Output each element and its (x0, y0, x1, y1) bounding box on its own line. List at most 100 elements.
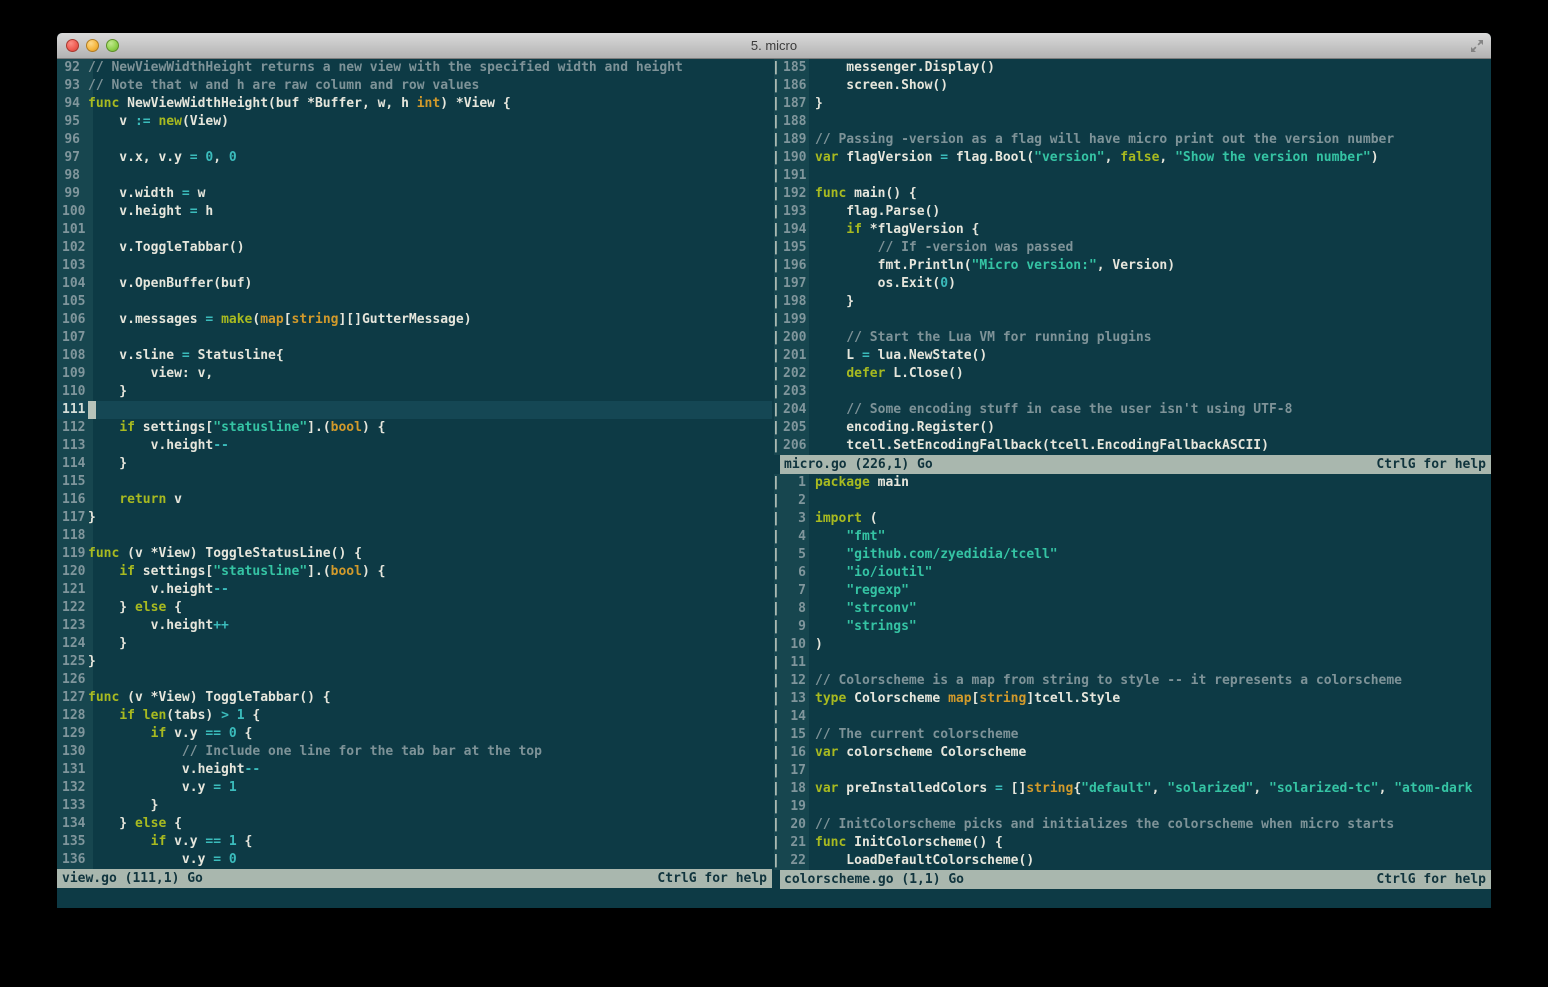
code-line-136[interactable]: 136 v.y = 0 (57, 851, 772, 869)
pane-divider: | (772, 149, 783, 167)
code-line-188[interactable]: |188 (772, 113, 1491, 131)
title-bar[interactable]: 5. micro (57, 33, 1491, 59)
code-line-4[interactable]: |4 "fmt" (772, 528, 1491, 546)
code-line-12[interactable]: |12// Colorscheme is a map from string t… (772, 672, 1491, 690)
code-line-128[interactable]: 128 if len(tabs) > 1 { (57, 707, 772, 725)
code-line-2[interactable]: |2 (772, 492, 1491, 510)
code-line-117[interactable]: 117} (57, 509, 772, 527)
code-line-96[interactable]: 96 (57, 131, 772, 149)
code-line-108[interactable]: 108 v.sline = Statusline{ (57, 347, 772, 365)
code-line-99[interactable]: 99 v.width = w (57, 185, 772, 203)
code-text: flag.Parse() (815, 204, 940, 219)
code-line-201[interactable]: |201 L = lua.NewState() (772, 347, 1491, 365)
code-line-131[interactable]: 131 v.height-- (57, 761, 772, 779)
code-line-187[interactable]: |187} (772, 95, 1491, 113)
code-line-111[interactable]: 111 (57, 401, 772, 419)
code-line-112[interactable]: 112 if settings["statusline"].(bool) { (57, 419, 772, 437)
code-line-198[interactable]: |198 } (772, 293, 1491, 311)
line-number: 109 (57, 365, 80, 383)
code-line-116[interactable]: 116 return v (57, 491, 772, 509)
code-line-123[interactable]: 123 v.height++ (57, 617, 772, 635)
code-line-3[interactable]: |3import ( (772, 510, 1491, 528)
code-line-101[interactable]: 101 (57, 221, 772, 239)
code-line-121[interactable]: 121 v.height-- (57, 581, 772, 599)
code-line-206[interactable]: |206 tcell.SetEncodingFallback(tcell.Enc… (772, 437, 1491, 455)
code-line-15[interactable]: |15// The current colorscheme (772, 726, 1491, 744)
code-line-205[interactable]: |205 encoding.Register() (772, 419, 1491, 437)
code-line-106[interactable]: 106 v.messages = make(map[string][]Gutte… (57, 311, 772, 329)
code-line-107[interactable]: 107 (57, 329, 772, 347)
code-line-8[interactable]: |8 "strconv" (772, 600, 1491, 618)
code-line-94[interactable]: 94func NewViewWidthHeight(buf *Buffer, w… (57, 95, 772, 113)
pane-divider: | (772, 654, 783, 672)
code-line-197[interactable]: |197 os.Exit(0) (772, 275, 1491, 293)
code-line-9[interactable]: |9 "strings" (772, 618, 1491, 636)
code-line-203[interactable]: |203 (772, 383, 1491, 401)
code-line-115[interactable]: 115 (57, 473, 772, 491)
code-line-17[interactable]: |17 (772, 762, 1491, 780)
code-line-130[interactable]: 130 // Include one line for the tab bar … (57, 743, 772, 761)
code-line-10[interactable]: |10) (772, 636, 1491, 654)
editor-pane-colorscheme-go[interactable]: |1package main|2|3import (|4 "fmt"|5 "gi… (772, 474, 1491, 889)
code-line-109[interactable]: 109 view: v, (57, 365, 772, 383)
code-line-22[interactable]: |22 LoadDefaultColorscheme() (772, 852, 1491, 870)
code-line-97[interactable]: 97 v.x, v.y = 0, 0 (57, 149, 772, 167)
code-line-193[interactable]: |193 flag.Parse() (772, 203, 1491, 221)
code-line-92[interactable]: 92// NewViewWidthHeight returns a new vi… (57, 59, 772, 77)
code-line-202[interactable]: |202 defer L.Close() (772, 365, 1491, 383)
pane-divider: | (772, 744, 783, 762)
code-line-110[interactable]: 110 } (57, 383, 772, 401)
editor-pane-view-go[interactable]: 92// NewViewWidthHeight returns a new vi… (57, 59, 772, 908)
code-line-11[interactable]: |11 (772, 654, 1491, 672)
code-line-6[interactable]: |6 "io/ioutil" (772, 564, 1491, 582)
code-line-113[interactable]: 113 v.height-- (57, 437, 772, 455)
resize-icon[interactable] (1468, 37, 1486, 55)
code-line-191[interactable]: |191 (772, 167, 1491, 185)
code-line-199[interactable]: |199 (772, 311, 1491, 329)
code-line-129[interactable]: 129 if v.y == 0 { (57, 725, 772, 743)
code-line-16[interactable]: |16var colorscheme Colorscheme (772, 744, 1491, 762)
code-line-104[interactable]: 104 v.OpenBuffer(buf) (57, 275, 772, 293)
code-line-134[interactable]: 134 } else { (57, 815, 772, 833)
code-line-98[interactable]: 98 (57, 167, 772, 185)
code-line-133[interactable]: 133 } (57, 797, 772, 815)
code-line-126[interactable]: 126 (57, 671, 772, 689)
code-line-114[interactable]: 114 } (57, 455, 772, 473)
code-line-124[interactable]: 124 } (57, 635, 772, 653)
code-line-13[interactable]: |13type Colorscheme map[string]tcell.Sty… (772, 690, 1491, 708)
code-line-125[interactable]: 125} (57, 653, 772, 671)
code-line-122[interactable]: 122 } else { (57, 599, 772, 617)
code-line-118[interactable]: 118 (57, 527, 772, 545)
code-line-103[interactable]: 103 (57, 257, 772, 275)
code-line-190[interactable]: |190var flagVersion = flag.Bool("version… (772, 149, 1491, 167)
code-text: "github.com/zyedidia/tcell" (815, 547, 1058, 562)
code-line-20[interactable]: |20// InitColorscheme picks and initiali… (772, 816, 1491, 834)
code-line-18[interactable]: |18var preInstalledColors = []string{"de… (772, 780, 1491, 798)
code-line-100[interactable]: 100 v.height = h (57, 203, 772, 221)
code-line-14[interactable]: |14 (772, 708, 1491, 726)
code-line-186[interactable]: |186 screen.Show() (772, 77, 1491, 95)
code-line-1[interactable]: |1package main (772, 474, 1491, 492)
code-line-19[interactable]: |19 (772, 798, 1491, 816)
code-line-119[interactable]: 119func (v *View) ToggleStatusLine() { (57, 545, 772, 563)
code-line-185[interactable]: |185 messenger.Display() (772, 59, 1491, 77)
code-line-7[interactable]: |7 "regexp" (772, 582, 1491, 600)
code-line-105[interactable]: 105 (57, 293, 772, 311)
code-line-132[interactable]: 132 v.y = 1 (57, 779, 772, 797)
code-line-195[interactable]: |195 // If -version was passed (772, 239, 1491, 257)
code-line-93[interactable]: 93// Note that w and h are raw column an… (57, 77, 772, 95)
code-line-192[interactable]: |192func main() { (772, 185, 1491, 203)
code-line-5[interactable]: |5 "github.com/zyedidia/tcell" (772, 546, 1491, 564)
code-line-127[interactable]: 127func (v *View) ToggleTabbar() { (57, 689, 772, 707)
code-line-200[interactable]: |200 // Start the Lua VM for running plu… (772, 329, 1491, 347)
code-line-204[interactable]: |204 // Some encoding stuff in case the … (772, 401, 1491, 419)
code-line-95[interactable]: 95 v := new(View) (57, 113, 772, 131)
code-line-194[interactable]: |194 if *flagVersion { (772, 221, 1491, 239)
code-line-196[interactable]: |196 fmt.Println("Micro version:", Versi… (772, 257, 1491, 275)
code-line-135[interactable]: 135 if v.y == 1 { (57, 833, 772, 851)
code-line-189[interactable]: |189// Passing -version as a flag will h… (772, 131, 1491, 149)
code-line-102[interactable]: 102 v.ToggleTabbar() (57, 239, 772, 257)
code-line-120[interactable]: 120 if settings["statusline"].(bool) { (57, 563, 772, 581)
editor-pane-micro-go[interactable]: |185 messenger.Display()|186 screen.Show… (772, 59, 1491, 474)
code-line-21[interactable]: |21func InitColorscheme() { (772, 834, 1491, 852)
